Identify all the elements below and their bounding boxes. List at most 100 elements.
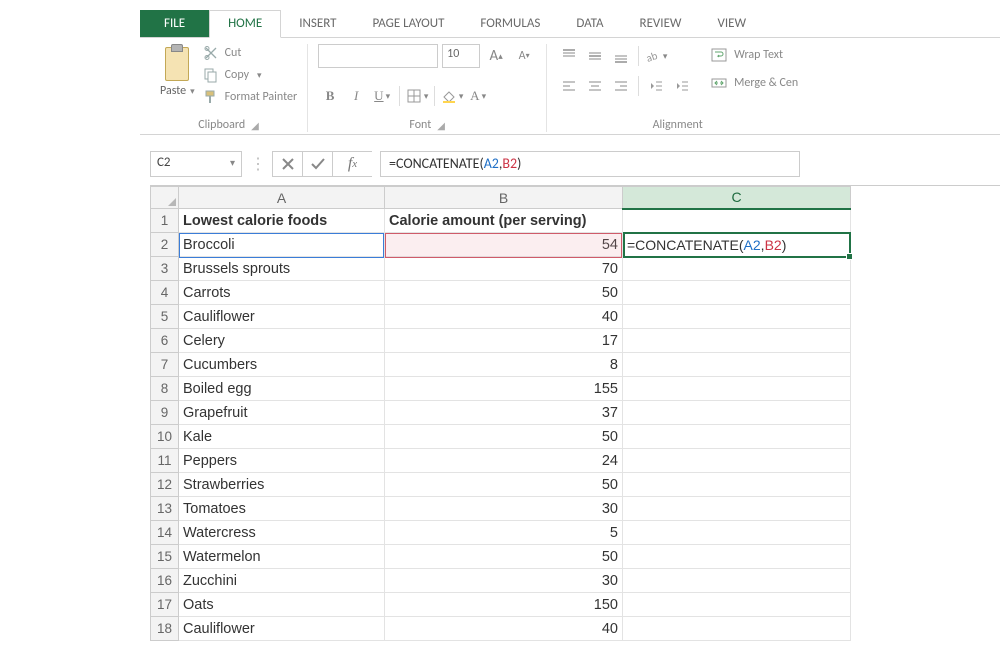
format-painter-button[interactable]: Format Painter [203, 88, 298, 106]
cell[interactable] [623, 401, 851, 425]
font-size-select[interactable]: 10 [442, 44, 480, 68]
cell[interactable]: Strawberries [179, 473, 385, 497]
cell[interactable]: 17 [385, 329, 623, 353]
enter-formula-button[interactable] [302, 151, 332, 177]
cell[interactable]: Tomatoes [179, 497, 385, 521]
cell[interactable] [623, 329, 851, 353]
clipboard-dialog-launcher[interactable]: ◢ [251, 119, 259, 132]
cell[interactable] [623, 521, 851, 545]
cell[interactable]: Cauliflower [179, 305, 385, 329]
underline-button[interactable]: U▾ [370, 84, 394, 108]
cancel-formula-button[interactable] [272, 151, 302, 177]
row-header[interactable]: 6 [151, 329, 179, 353]
cell[interactable]: Cucumbers [179, 353, 385, 377]
cell[interactable] [623, 449, 851, 473]
row-header[interactable]: 18 [151, 617, 179, 641]
cell[interactable]: 50 [385, 281, 623, 305]
decrease-indent-button[interactable] [644, 74, 668, 98]
cell[interactable]: 30 [385, 497, 623, 521]
row-header[interactable]: 4 [151, 281, 179, 305]
cell[interactable]: 155 [385, 377, 623, 401]
borders-button[interactable]: ▾ [405, 84, 429, 108]
cell[interactable]: Kale [179, 425, 385, 449]
tab-page-layout[interactable]: PAGE LAYOUT [355, 11, 463, 37]
row-header[interactable]: 5 [151, 305, 179, 329]
cell[interactable]: Celery [179, 329, 385, 353]
row-header[interactable]: 3 [151, 257, 179, 281]
cell[interactable] [623, 593, 851, 617]
cell[interactable] [623, 569, 851, 593]
row-header[interactable]: 14 [151, 521, 179, 545]
cell[interactable]: Lowest calorie foods [179, 209, 385, 233]
cell[interactable]: 5 [385, 521, 623, 545]
wrap-text-button[interactable]: Wrap Text [710, 44, 798, 66]
italic-button[interactable]: I [344, 84, 368, 108]
row-header[interactable]: 11 [151, 449, 179, 473]
cell[interactable] [623, 617, 851, 641]
font-name-select[interactable] [318, 44, 438, 68]
cut-button[interactable]: Cut [203, 44, 298, 62]
cell[interactable] [623, 209, 851, 233]
cell[interactable]: Peppers [179, 449, 385, 473]
column-header-c[interactable]: C [623, 187, 851, 209]
tab-insert[interactable]: INSERT [281, 11, 354, 37]
row-header[interactable]: 17 [151, 593, 179, 617]
cell[interactable]: Boiled egg [179, 377, 385, 401]
cell[interactable]: 70 [385, 257, 623, 281]
row-header[interactable]: 13 [151, 497, 179, 521]
column-header-b[interactable]: B [385, 187, 623, 209]
row-header[interactable]: 16 [151, 569, 179, 593]
cell[interactable] [623, 281, 851, 305]
cell[interactable]: 24 [385, 449, 623, 473]
orientation-button[interactable]: ab▾ [644, 44, 668, 68]
select-all-button[interactable] [151, 187, 179, 209]
cell[interactable]: 150 [385, 593, 623, 617]
row-header[interactable]: 15 [151, 545, 179, 569]
tab-data[interactable]: DATA [558, 11, 621, 37]
align-middle-button[interactable] [583, 44, 607, 68]
row-header[interactable]: 12 [151, 473, 179, 497]
cell[interactable] [623, 425, 851, 449]
cell[interactable] [623, 473, 851, 497]
font-color-button[interactable]: A▾ [466, 84, 490, 108]
tab-review[interactable]: REVIEW [622, 11, 700, 37]
row-header[interactable]: 8 [151, 377, 179, 401]
insert-function-button[interactable]: fx [332, 151, 372, 177]
cell[interactable]: Oats [179, 593, 385, 617]
cell[interactable]: Watermelon [179, 545, 385, 569]
cell[interactable]: Zucchini [179, 569, 385, 593]
align-left-button[interactable] [557, 74, 581, 98]
row-header[interactable]: 7 [151, 353, 179, 377]
row-header[interactable]: 2 [151, 233, 179, 257]
cell[interactable]: 54 [385, 233, 623, 257]
cell[interactable]: 50 [385, 545, 623, 569]
cell[interactable]: Carrots [179, 281, 385, 305]
cell[interactable] [623, 305, 851, 329]
paste-button[interactable]: Paste▾ [160, 44, 195, 98]
cell[interactable]: Cauliflower [179, 617, 385, 641]
cell[interactable]: Calorie amount (per serving) [385, 209, 623, 233]
tab-formulas[interactable]: FORMULAS [462, 11, 558, 37]
tab-home[interactable]: HOME [209, 10, 281, 38]
align-center-button[interactable] [583, 74, 607, 98]
spreadsheet-grid[interactable]: A B C 1Lowest calorie foodsCalorie amoun… [150, 185, 1000, 641]
row-header[interactable]: 1 [151, 209, 179, 233]
cell[interactable]: Broccoli [179, 233, 385, 257]
cell[interactable] [623, 257, 851, 281]
column-header-a[interactable]: A [179, 187, 385, 209]
cell[interactable] [623, 353, 851, 377]
increase-indent-button[interactable] [670, 74, 694, 98]
tab-view[interactable]: VIEW [700, 11, 765, 37]
bold-button[interactable]: B [318, 84, 342, 108]
cell[interactable]: 40 [385, 617, 623, 641]
align-right-button[interactable] [609, 74, 633, 98]
merge-center-button[interactable]: Merge & Cen [710, 72, 798, 94]
cell[interactable]: 37 [385, 401, 623, 425]
increase-font-icon[interactable]: A▴ [484, 44, 508, 68]
copy-button[interactable]: Copy▾ [203, 66, 298, 84]
decrease-font-icon[interactable]: A▾ [512, 44, 536, 68]
name-box[interactable]: C2 [150, 151, 242, 177]
cell[interactable] [623, 545, 851, 569]
cell[interactable] [623, 377, 851, 401]
cell[interactable]: 50 [385, 473, 623, 497]
